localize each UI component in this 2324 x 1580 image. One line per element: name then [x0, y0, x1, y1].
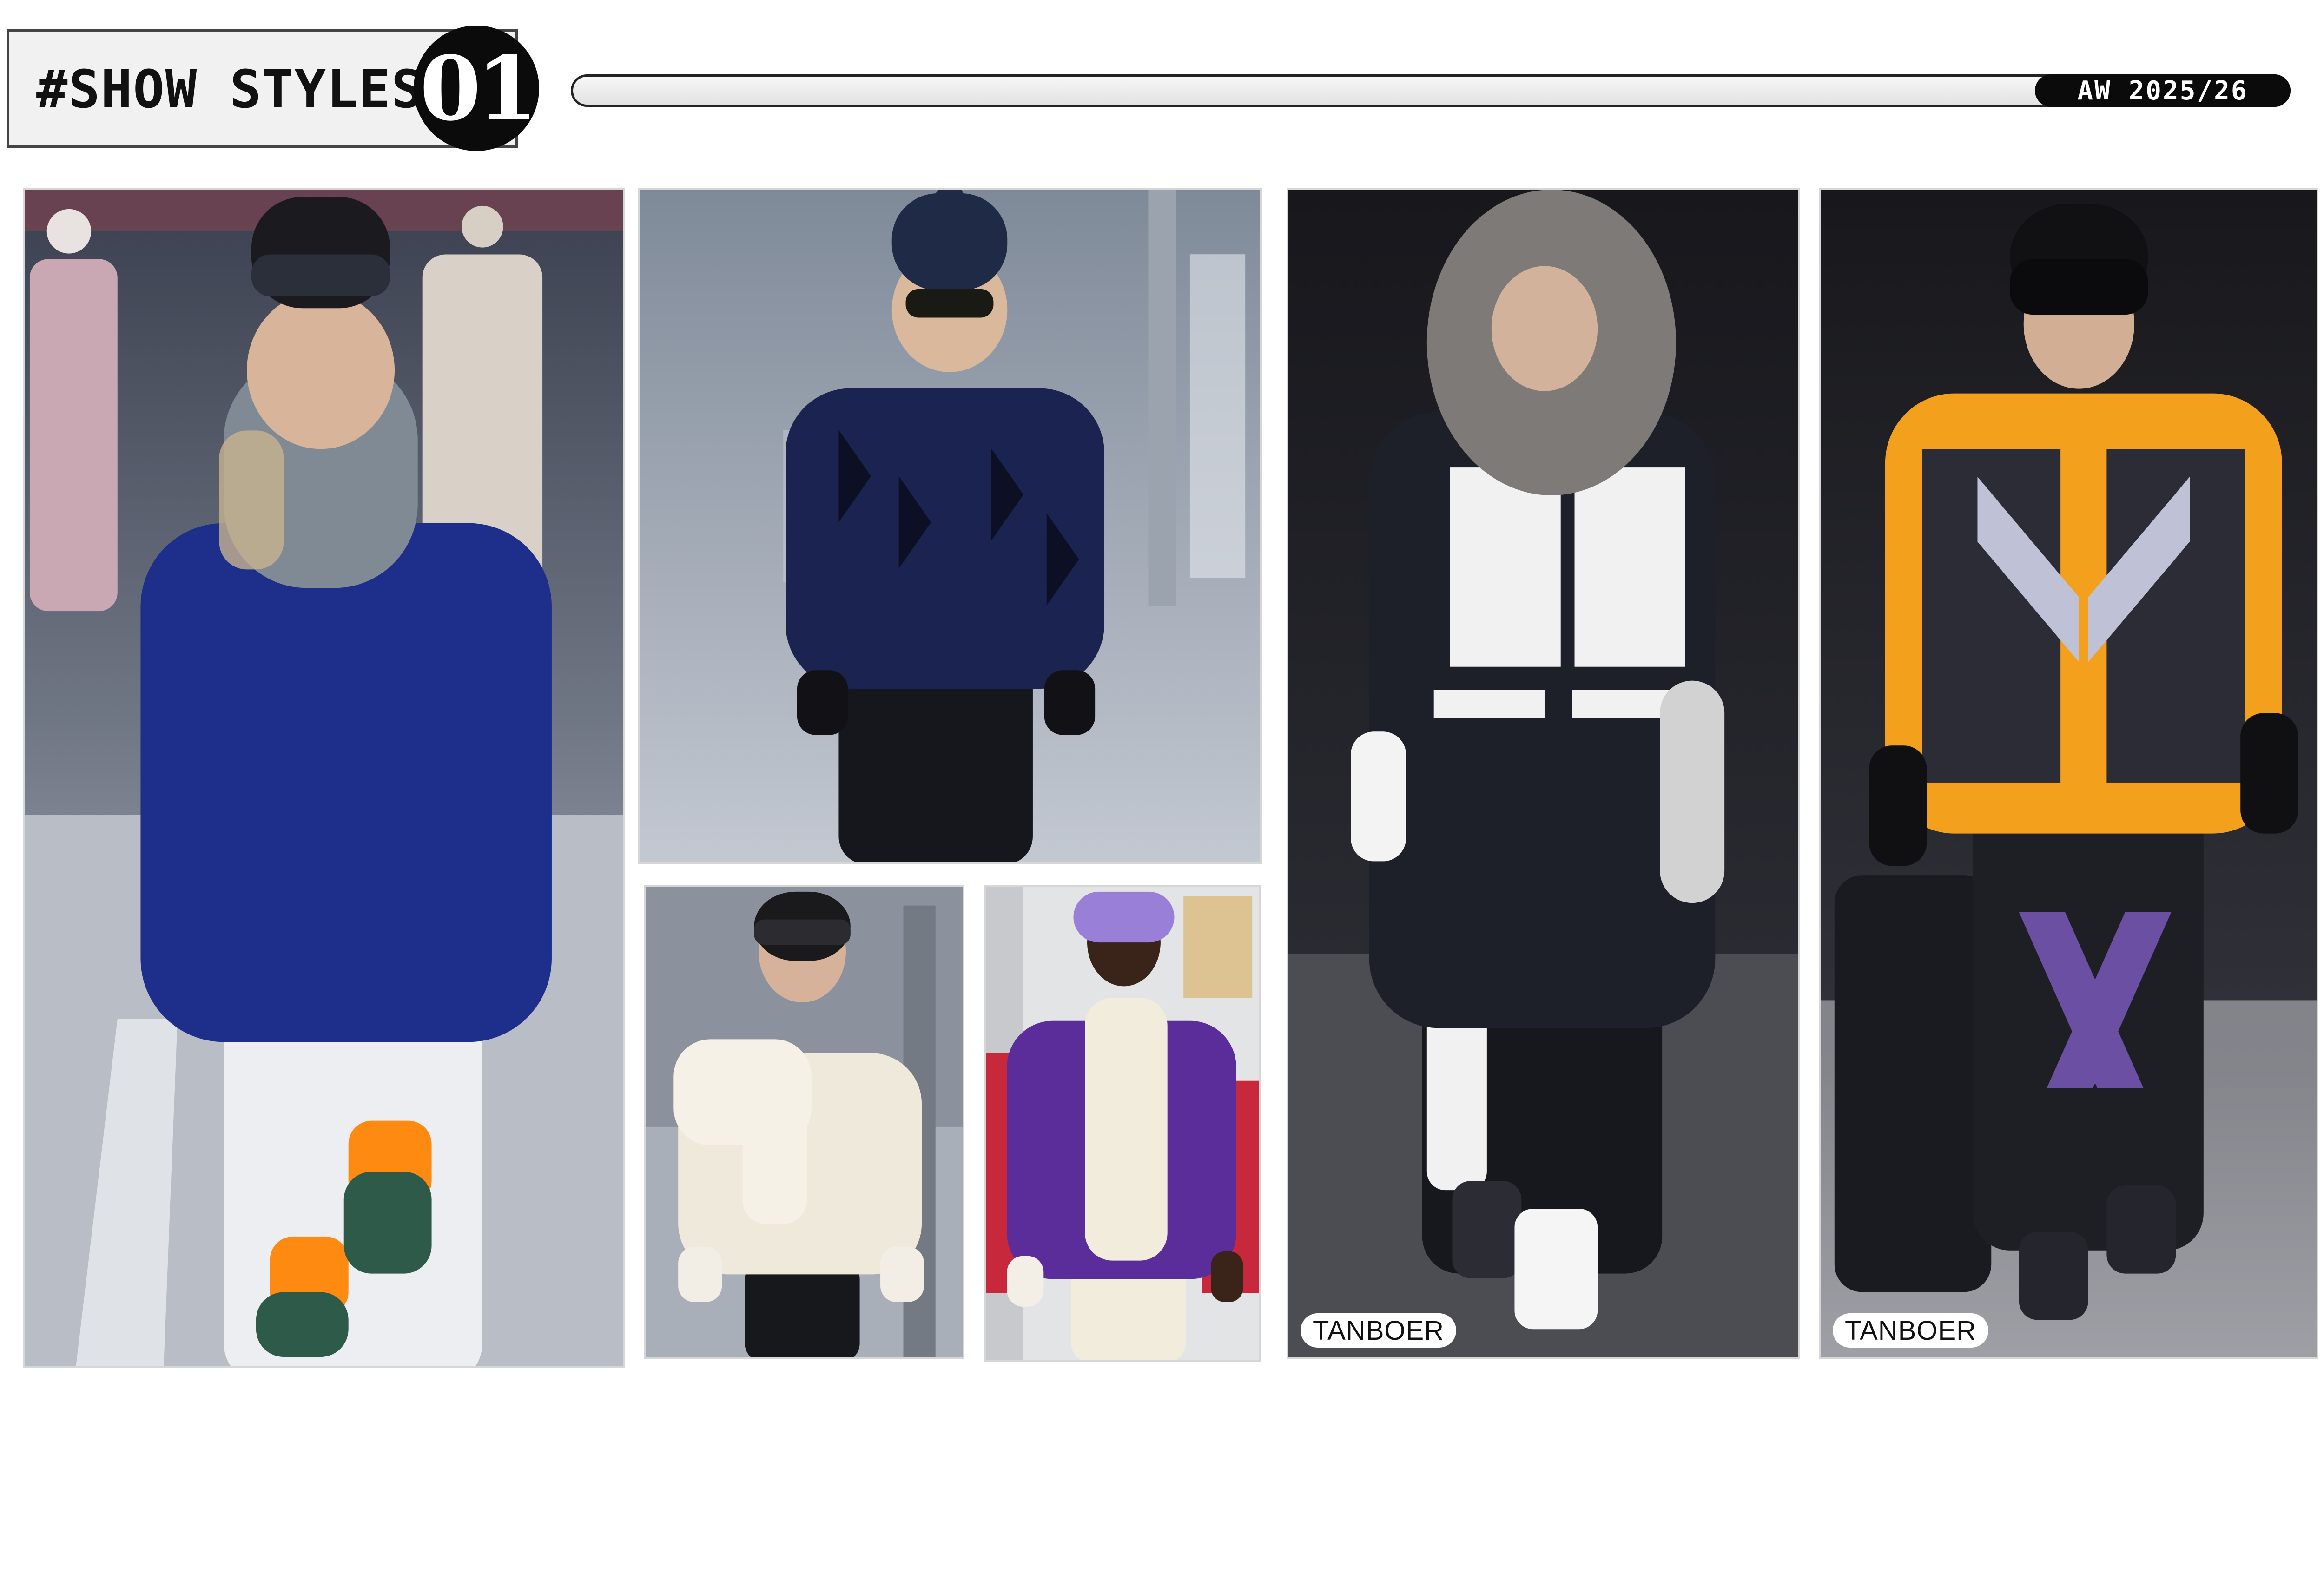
brand-label-tanboer-2: TANBOER	[1833, 1313, 1989, 1348]
header-progress-bar	[571, 74, 2291, 107]
runway-photo-3	[644, 885, 964, 1359]
section-number-badge: 01	[414, 26, 539, 151]
runway-photo-5-image	[1288, 190, 1798, 1357]
brand-label-tanboer-1: TANBOER	[1301, 1313, 1457, 1348]
runway-photo-1-image	[25, 190, 623, 1366]
runway-photo-3-image	[646, 887, 963, 1357]
runway-photo-4-image	[986, 887, 1259, 1360]
runway-photo-4	[984, 885, 1261, 1362]
runway-photo-6-image	[1821, 190, 2317, 1357]
runway-photo-5: TANBOER	[1287, 188, 1800, 1359]
runway-photo-2-image	[640, 190, 1260, 862]
runway-photo-1	[23, 188, 625, 1368]
section-title: #SHOW STYLES	[36, 59, 424, 120]
season-badge: AW 2025/26	[2035, 74, 2291, 107]
runway-photo-2	[638, 188, 1262, 864]
runway-photo-6: TANBOER	[1819, 188, 2318, 1359]
